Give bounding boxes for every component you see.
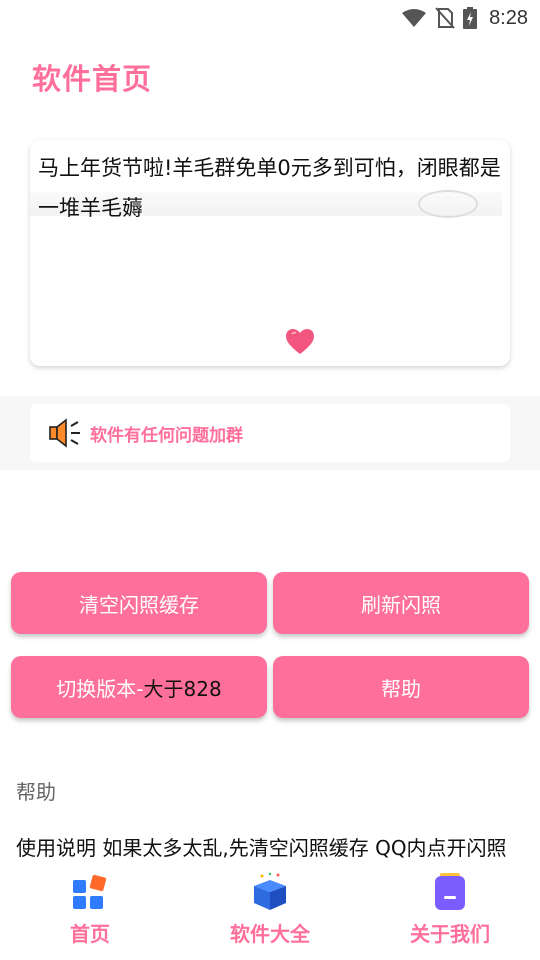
no-sim-icon — [435, 7, 455, 29]
help-body: 使用说明 如果太多太乱,先清空闪照缓存 QQ内点开闪照 — [16, 836, 507, 860]
help-title: 帮助 — [16, 780, 56, 804]
status-icons: 8:28 — [401, 6, 528, 30]
notice-strip: 软件有任何问题加群 — [0, 396, 540, 470]
notebook-icon — [435, 873, 465, 910]
nav-label-home: 首页 — [70, 922, 110, 946]
page-title: 软件首页 — [32, 62, 153, 96]
bottom-nav: 首页 软件大全 关于我们 — [0, 860, 540, 960]
wifi-icon — [402, 9, 427, 27]
clear-cache-button[interactable]: 清空闪照缓存 — [11, 572, 267, 634]
notice-card[interactable]: 软件有任何问题加群 — [30, 404, 510, 462]
refresh-label: 刷新闪照 — [361, 592, 441, 617]
nav-item-software[interactable]: 软件大全 — [180, 872, 360, 947]
banner-card[interactable]: 马上年货节啦!羊毛群免单0元多到可怕，闭眼都是一堆羊毛薅 — [30, 140, 510, 366]
switch-version-value: 大于828 — [143, 676, 222, 701]
notice-text: 软件有任何问题加群 — [90, 425, 243, 446]
nav-item-home[interactable]: 首页 — [0, 872, 180, 947]
status-time: 8:28 — [489, 6, 528, 29]
refresh-button[interactable]: 刷新闪照 — [273, 572, 529, 634]
help-button[interactable]: 帮助 — [273, 656, 529, 718]
home-grid-icon — [73, 874, 107, 909]
gift-box-icon — [254, 872, 286, 910]
nav-label-about: 关于我们 — [410, 922, 490, 946]
clear-cache-label: 清空闪照缓存 — [79, 592, 199, 617]
nav-item-about[interactable]: 关于我们 — [360, 872, 540, 947]
help-label: 帮助 — [381, 676, 421, 701]
switch-version-prefix: 切换版本- — [56, 676, 144, 701]
battery-charging-icon — [463, 7, 478, 29]
banner-text: 马上年货节啦!羊毛群免单0元多到可怕，闭眼都是一堆羊毛薅 — [38, 156, 501, 220]
status-bar: 8:28 — [0, 0, 540, 36]
switch-version-button[interactable]: 切换版本- 大于828 — [11, 656, 267, 718]
nav-label-software: 软件大全 — [230, 922, 310, 946]
heart-icon[interactable] — [285, 328, 315, 356]
speaker-icon — [49, 418, 80, 448]
